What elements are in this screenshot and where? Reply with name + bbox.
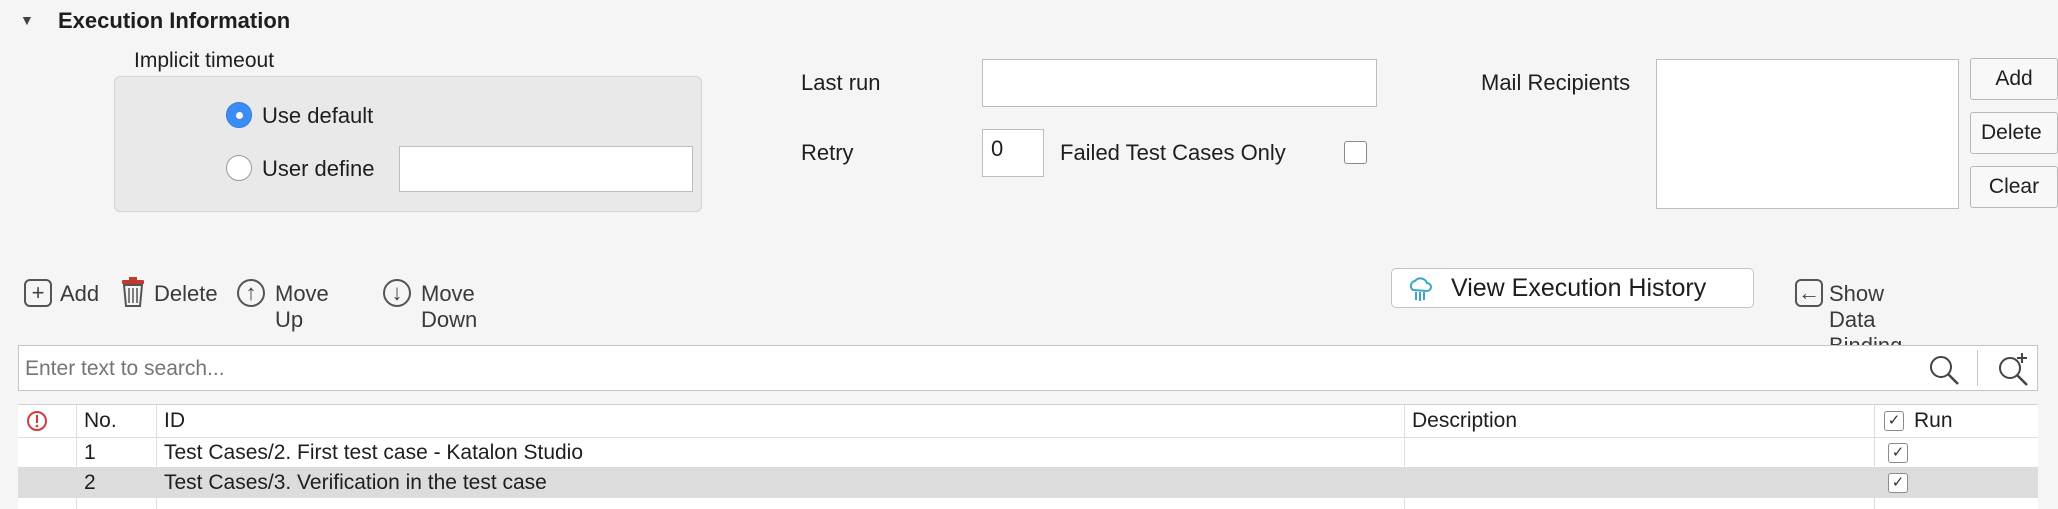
column-divider bbox=[156, 405, 157, 509]
mail-recipients-list[interactable] bbox=[1656, 59, 1959, 209]
row-no: 1 bbox=[84, 441, 96, 464]
toolbar-move-up-label: Move Up bbox=[275, 281, 329, 332]
column-divider bbox=[76, 405, 77, 509]
row-id: Test Cases/2. First test case - Katalon … bbox=[164, 441, 584, 464]
row-run-checkbox[interactable]: ✓ bbox=[1888, 443, 1908, 463]
arrow-down-icon: ↓ bbox=[383, 279, 411, 307]
row-no: 2 bbox=[84, 471, 96, 494]
arrow-left-icon: ← bbox=[1795, 279, 1823, 307]
implicit-timeout-label: Implicit timeout bbox=[134, 49, 275, 72]
user-define-timeout-input[interactable] bbox=[399, 146, 693, 192]
column-divider bbox=[1404, 405, 1405, 509]
last-run-label: Last run bbox=[801, 70, 881, 95]
column-divider bbox=[1874, 405, 1875, 509]
mail-delete-button[interactable]: Delete bbox=[1970, 112, 2058, 154]
search-divider bbox=[1977, 350, 1978, 386]
plus-icon: + bbox=[24, 279, 52, 307]
user-define-label: User define bbox=[262, 156, 375, 181]
error-status-icon bbox=[27, 411, 47, 431]
arrow-up-icon: ↑ bbox=[237, 279, 265, 307]
failed-only-label: Failed Test Cases Only bbox=[1060, 140, 1286, 165]
section-title: Execution Information bbox=[58, 8, 291, 33]
advanced-search-icon[interactable] bbox=[1995, 351, 2031, 387]
row-run-checkbox[interactable]: ✓ bbox=[1888, 473, 1908, 493]
user-define-radio[interactable] bbox=[226, 155, 252, 181]
column-header-id[interactable]: ID bbox=[164, 405, 185, 437]
test-case-table: No. ID Description ✓ Run 1 Test Cases/2.… bbox=[18, 404, 2038, 509]
column-header-description[interactable]: Description bbox=[1412, 405, 1517, 437]
cloud-history-icon bbox=[1409, 277, 1432, 301]
run-all-checkbox[interactable]: ✓ bbox=[1884, 411, 1904, 431]
toolbar-add-label: Add bbox=[60, 281, 100, 306]
view-execution-history-button[interactable]: View Execution History bbox=[1391, 268, 1754, 308]
failed-only-checkbox[interactable] bbox=[1344, 141, 1367, 164]
column-header-no[interactable]: No. bbox=[84, 405, 117, 437]
row-id: Test Cases/3. Verification in the test c… bbox=[164, 471, 547, 494]
use-default-radio[interactable] bbox=[226, 102, 252, 128]
table-row[interactable]: 2 Test Cases/3. Verification in the test… bbox=[18, 467, 2038, 497]
table-row-empty bbox=[18, 497, 2038, 509]
trash-icon bbox=[122, 277, 144, 307]
collapse-caret-icon[interactable]: ▼ bbox=[20, 12, 34, 28]
mail-clear-button[interactable]: Clear bbox=[1970, 166, 2058, 208]
column-header-run[interactable]: Run bbox=[1914, 405, 1953, 437]
view-execution-history-label: View Execution History bbox=[1451, 274, 1707, 302]
search-input[interactable] bbox=[23, 350, 1927, 388]
retry-input[interactable]: 0 bbox=[982, 129, 1044, 177]
use-default-label: Use default bbox=[262, 103, 374, 128]
retry-label: Retry bbox=[801, 140, 854, 165]
search-icon[interactable] bbox=[1927, 353, 1961, 387]
toolbar-move-down-label: Move Down bbox=[421, 281, 478, 332]
table-row[interactable]: 1 Test Cases/2. First test case - Katalo… bbox=[18, 437, 2038, 467]
last-run-field[interactable] bbox=[982, 59, 1377, 107]
mail-add-button[interactable]: Add bbox=[1970, 58, 2058, 100]
mail-recipients-label: Mail Recipients bbox=[1481, 70, 1631, 95]
search-bar bbox=[18, 345, 2038, 391]
toolbar-delete-label: Delete bbox=[154, 281, 218, 306]
